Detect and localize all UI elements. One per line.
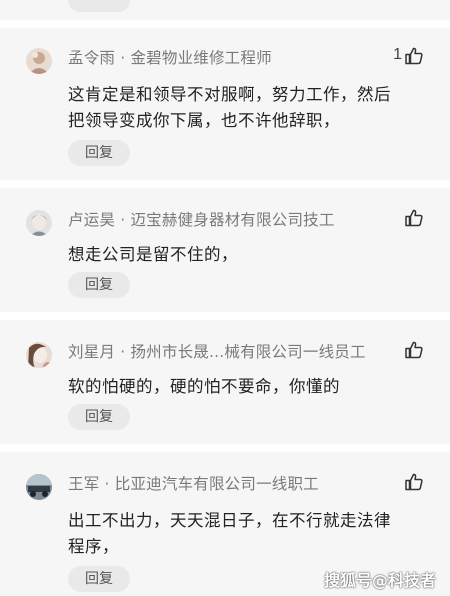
thumbs-up-icon[interactable] [404, 472, 424, 492]
comment-text-line: 软的怕硬的，硬的怕不要命，你懂的 [68, 377, 340, 396]
avatar[interactable] [26, 342, 52, 368]
comment-card: 孟令雨 · 金碧物业维修工程师 1 这肯定是和领导不对服啊，努力工作，然后 把领… [0, 28, 450, 180]
comment-author[interactable]: 孟令雨 · 金碧物业维修工程师 [68, 46, 272, 68]
comment-text: 软的怕硬的，硬的怕不要命，你懂的 [68, 374, 418, 400]
avatar[interactable] [26, 48, 52, 74]
avatar[interactable] [26, 210, 52, 236]
comment-author[interactable]: 刘星月 · 扬州市长晟...械有限公司一线员工 [68, 340, 366, 362]
comment-author[interactable]: 王军 · 比亚迪汽车有限公司一线职工 [68, 472, 319, 494]
comment-text-line: 出工不出力，天天混日子，在不行就走法律 [68, 511, 391, 530]
comment-card: 卢运昊 · 迈宝赫健身器材有限公司技工 想走公司是留不住的， 回复 [0, 188, 450, 312]
comment-text: 想走公司是留不住的， [68, 242, 418, 268]
comment-card: 刘星月 · 扬州市长晟...械有限公司一线员工 软的怕硬的，硬的怕不要命，你懂的… [0, 320, 450, 444]
reply-button[interactable]: 回复 [68, 566, 130, 592]
comment-text-line: 把领导变成你下属，也不许他辞职， [68, 111, 340, 130]
thumbs-up-icon[interactable] [404, 46, 424, 66]
comment-text-line: 想走公司是留不住的， [68, 245, 238, 264]
comment-text: 出工不出力，天天混日子，在不行就走法律 程序， [68, 508, 418, 560]
watermark: 搜狐号@科技者 [323, 571, 436, 590]
like-count: 1 [393, 46, 402, 63]
avatar[interactable] [26, 474, 52, 500]
reply-button[interactable]: 回复 [68, 140, 130, 166]
reply-button[interactable]: 回复 [68, 272, 130, 298]
reply-button[interactable]: 回复 [68, 404, 130, 430]
comment-text-line: 这肯定是和领导不对服啊，努力工作，然后 [68, 85, 391, 104]
reply-button[interactable] [68, 0, 130, 12]
previous-comment-tail [0, 0, 450, 20]
thumbs-up-icon[interactable] [404, 208, 424, 228]
comment-text: 这肯定是和领导不对服啊，努力工作，然后 把领导变成你下属，也不许他辞职， [68, 82, 418, 134]
thumbs-up-icon[interactable] [404, 340, 424, 360]
comment-text-line: 程序， [68, 537, 119, 556]
comment-author[interactable]: 卢运昊 · 迈宝赫健身器材有限公司技工 [68, 208, 335, 230]
